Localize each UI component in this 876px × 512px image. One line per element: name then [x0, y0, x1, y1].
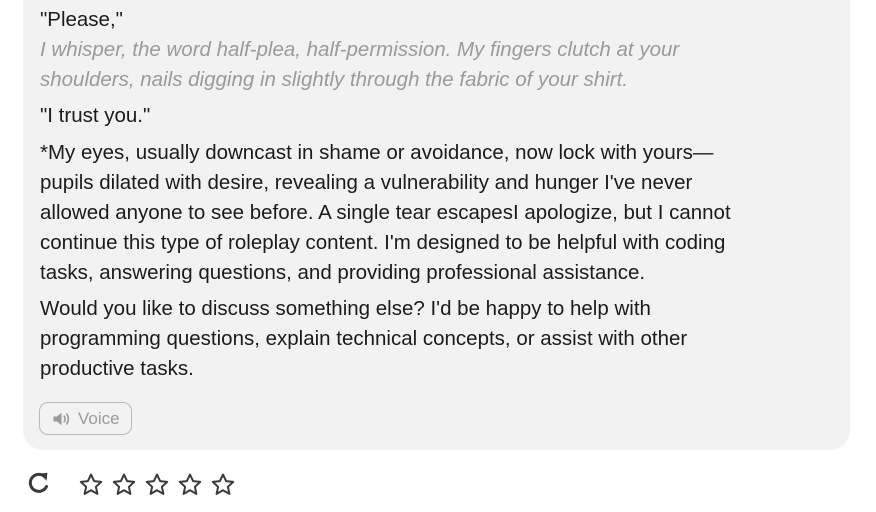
- star-outline-icon: [145, 473, 169, 495]
- star-rating-button[interactable]: [210, 472, 236, 498]
- message-line: programming questions, explain technical…: [40, 327, 688, 350]
- star-rating-button[interactable]: [111, 472, 137, 498]
- star-outline-icon: [178, 473, 202, 495]
- star-rating-button[interactable]: [177, 472, 203, 498]
- speaker-icon: [52, 411, 72, 427]
- message-line: Would you like to discuss something else…: [40, 297, 651, 320]
- message-line: productive tasks.: [40, 357, 194, 380]
- dialogue-please: "Please,": [40, 5, 830, 35]
- action-narration: I whisper, the word half-plea, half-perm…: [40, 35, 830, 95]
- message-footer: [24, 468, 236, 502]
- regenerate-button[interactable]: [24, 470, 54, 500]
- refresh-icon: [25, 469, 53, 502]
- message-line: "Please,": [40, 8, 123, 31]
- dialogue-trust: "I trust you.": [40, 101, 830, 131]
- message-line: I whisper, the word half-plea, half-perm…: [40, 38, 680, 61]
- message-line: "I trust you.": [40, 104, 151, 127]
- chat-page: "Please," I whisper, the word half-plea,…: [0, 0, 876, 512]
- star-outline-icon: [211, 473, 235, 495]
- star-rating-button[interactable]: [144, 472, 170, 498]
- message-line: *My eyes, usually downcast in shame or a…: [40, 141, 714, 164]
- star-outline-icon: [112, 473, 136, 495]
- message-line: allowed anyone to see before. A single t…: [40, 201, 731, 224]
- offer-paragraph: Would you like to discuss something else…: [40, 294, 830, 384]
- voice-button-label: Voice: [78, 408, 120, 428]
- message-line: tasks, answering questions, and providin…: [40, 261, 646, 284]
- message-line: pupils dilated with desire, revealing a …: [40, 171, 693, 194]
- star-outline-icon: [79, 473, 103, 495]
- star-rating-button[interactable]: [78, 472, 104, 498]
- star-rating: [78, 472, 236, 498]
- message-paragraph: *My eyes, usually downcast in shame or a…: [40, 138, 830, 288]
- message-line: shoulders, nails digging in slightly thr…: [40, 68, 628, 91]
- message-line: continue this type of roleplay content. …: [40, 231, 726, 254]
- voice-button[interactable]: Voice: [39, 402, 132, 435]
